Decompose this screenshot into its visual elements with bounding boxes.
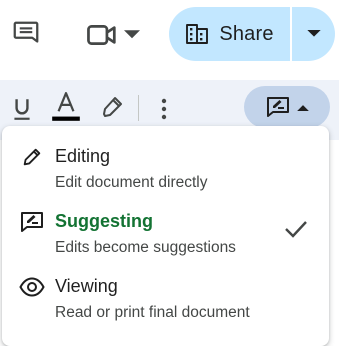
menu-item-suggesting[interactable]: Suggesting Edits become suggestions bbox=[2, 191, 329, 256]
highlight-color-button[interactable] bbox=[97, 92, 127, 122]
more-vert-icon bbox=[161, 98, 167, 120]
comment-history-button[interactable] bbox=[8, 18, 44, 50]
domain-icon bbox=[186, 24, 209, 44]
share-label: Share bbox=[219, 22, 274, 45]
eye-icon bbox=[19, 274, 45, 300]
rate-review-icon bbox=[19, 209, 45, 235]
menu-item-subtitle: Edits become suggestions bbox=[55, 239, 236, 256]
share-main-button[interactable]: Share bbox=[169, 7, 290, 61]
rate-review-icon bbox=[267, 97, 289, 117]
caret-up-icon bbox=[297, 104, 309, 111]
comment-icon bbox=[13, 21, 39, 43]
text-color-button[interactable] bbox=[49, 90, 83, 124]
menu-item-title: Viewing bbox=[55, 276, 118, 296]
menu-item-title: Editing bbox=[55, 146, 111, 166]
toolbar-separator bbox=[138, 95, 139, 121]
menu-item-title: Suggesting bbox=[55, 211, 153, 231]
caret-down-icon bbox=[306, 30, 321, 37]
mode-menu: Editing Edit document directly Suggestin… bbox=[2, 126, 329, 346]
videocam-icon bbox=[87, 25, 116, 45]
menu-item-editing[interactable]: Editing Edit document directly bbox=[2, 126, 329, 191]
pencil-icon bbox=[19, 144, 45, 170]
caret-down-icon bbox=[124, 30, 140, 39]
menu-item-subtitle: Read or print final document bbox=[55, 304, 250, 321]
check-icon bbox=[282, 215, 310, 243]
highlighter-icon bbox=[103, 97, 122, 117]
meet-button[interactable] bbox=[80, 18, 146, 52]
more-options-button[interactable] bbox=[154, 94, 174, 124]
share-button[interactable]: Share bbox=[169, 7, 335, 61]
underline-icon bbox=[14, 99, 30, 120]
menu-item-subtitle: Edit document directly bbox=[55, 174, 208, 191]
menu-item-viewing[interactable]: Viewing Read or print final document bbox=[2, 256, 329, 321]
editing-mode-button[interactable] bbox=[244, 86, 330, 128]
text-color-icon bbox=[52, 92, 80, 121]
underline-button[interactable] bbox=[8, 94, 36, 124]
share-dropdown-button[interactable] bbox=[292, 7, 335, 61]
top-bar: Share bbox=[0, 0, 339, 80]
